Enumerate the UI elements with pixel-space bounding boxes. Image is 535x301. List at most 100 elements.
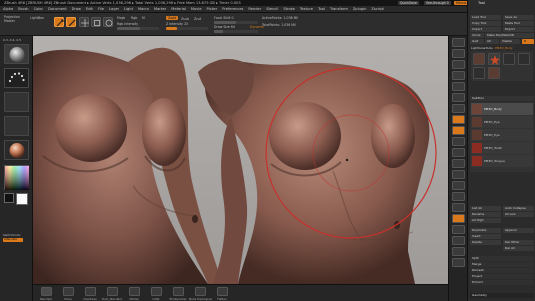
- solo-button[interactable]: [452, 247, 465, 256]
- spix-button[interactable]: [452, 49, 465, 58]
- frame-button[interactable]: [452, 159, 465, 168]
- actual-button[interactable]: [452, 82, 465, 91]
- append-button[interactable]: Append: [503, 228, 534, 233]
- quicksave-button[interactable]: QuickSave: [398, 0, 419, 6]
- auto-collapse-button[interactable]: Auto Collapse: [503, 206, 534, 211]
- subtool-item[interactable]: PM3D_Body: [471, 103, 533, 115]
- menu-texture[interactable]: Texture: [300, 7, 313, 11]
- menu-movie[interactable]: Movie: [191, 7, 202, 11]
- goz-button[interactable]: GoZ: [470, 39, 484, 44]
- xpose-button[interactable]: [452, 258, 465, 267]
- del-other-button[interactable]: Del Other: [503, 240, 534, 245]
- all-low-button[interactable]: All Low: [503, 212, 534, 217]
- zsub-button[interactable]: Zsub: [181, 17, 189, 21]
- del-all-button[interactable]: Del All: [503, 246, 534, 251]
- remesh-button[interactable]: Remesh: [470, 268, 534, 273]
- brush-movetopo-icon[interactable]: [195, 287, 206, 296]
- duplicate-button[interactable]: Duplicate: [470, 228, 501, 233]
- stroke-selector[interactable]: [4, 68, 29, 88]
- menu-document[interactable]: Document: [48, 7, 67, 11]
- sculpt-viewport[interactable]: [33, 36, 448, 284]
- edit-mode-button[interactable]: [54, 17, 64, 27]
- goz-r-button[interactable]: R: [522, 39, 534, 44]
- delete-button[interactable]: Delete: [470, 240, 501, 245]
- goz-all-button[interactable]: All: [485, 39, 499, 44]
- brush-claytubes-icon[interactable]: [85, 287, 96, 296]
- floor-button[interactable]: [452, 115, 465, 124]
- zadd-button[interactable]: Zadd: [166, 16, 179, 21]
- alternate-button[interactable]: Alternate: [3, 237, 23, 242]
- menu-layer[interactable]: Layer: [109, 7, 119, 11]
- alpha-selector[interactable]: [4, 92, 29, 112]
- bpr-button[interactable]: [452, 38, 465, 47]
- secondary-color-swatch[interactable]: [4, 193, 14, 203]
- brush-selector[interactable]: [4, 44, 29, 64]
- brush-move-icon[interactable]: [63, 287, 74, 296]
- polyf-button[interactable]: [452, 214, 465, 223]
- import-button[interactable]: Import: [470, 27, 501, 32]
- extract-button[interactable]: Extract: [470, 280, 534, 285]
- menu-light[interactable]: Light: [124, 7, 133, 11]
- project-button[interactable]: Project: [470, 274, 534, 279]
- brush-inflat-icon[interactable]: [151, 287, 162, 296]
- rgb-intensity-slider[interactable]: [117, 27, 159, 31]
- move-view-button[interactable]: [452, 170, 465, 179]
- tool-thumb-cylinder[interactable]: [503, 53, 515, 65]
- menu-transform[interactable]: Transform: [330, 7, 348, 11]
- tool-thumb-star[interactable]: [488, 53, 500, 65]
- rgb-button[interactable]: Rgb: [131, 16, 137, 20]
- scale-view-button[interactable]: [452, 181, 465, 190]
- menu-tool[interactable]: Tool: [318, 7, 325, 11]
- subtool-item[interactable]: PM3D_Tooth: [471, 142, 533, 154]
- z-intensity-slider[interactable]: [166, 27, 208, 31]
- brush-trimdynamic-icon[interactable]: [173, 287, 184, 296]
- zcut-button[interactable]: Zcut: [194, 17, 201, 21]
- all-high-button[interactable]: All High: [470, 218, 501, 223]
- local-button[interactable]: [452, 126, 465, 135]
- material-selector[interactable]: [4, 140, 29, 160]
- rename-button[interactable]: Rename: [470, 212, 501, 217]
- texture-selector[interactable]: [4, 116, 29, 136]
- menu-marker[interactable]: Marker: [154, 7, 166, 11]
- insert-button[interactable]: Insert: [470, 234, 501, 239]
- menu-material[interactable]: Material: [171, 7, 186, 11]
- menu-edit[interactable]: Edit: [86, 7, 93, 11]
- menu-preferences[interactable]: Preferences: [222, 7, 243, 11]
- linefill-button[interactable]: [452, 203, 465, 212]
- load-tool-button[interactable]: Load Tool: [470, 15, 501, 20]
- menu-picker[interactable]: Picker: [207, 7, 218, 11]
- subtool-item[interactable]: PM3D_Eye: [471, 116, 533, 128]
- lightbox-tools-button[interactable]: Lightbox▸Tools: [471, 46, 493, 50]
- make-polymesh-button[interactable]: Make PolyMesh3D: [485, 33, 534, 38]
- scale-mode-button[interactable]: [91, 17, 101, 27]
- menu-stencil[interactable]: Stencil: [266, 7, 278, 11]
- rotate-mode-button[interactable]: [103, 17, 113, 27]
- save-as-button[interactable]: Save As: [503, 15, 534, 20]
- subtool-item[interactable]: PM3D_Tongue: [471, 155, 533, 167]
- brush-damstandard-icon[interactable]: [107, 287, 118, 296]
- draw-mode-button[interactable]: [66, 17, 76, 27]
- tool-thumb-simple[interactable]: [473, 67, 485, 79]
- main-color-swatch[interactable]: [16, 193, 28, 205]
- color-picker[interactable]: [4, 165, 29, 190]
- tool-thumb-body[interactable]: [473, 53, 485, 65]
- menu-zscript[interactable]: Zscript: [371, 7, 383, 11]
- tool-thumb-body2[interactable]: [488, 67, 500, 79]
- copy-tool-button[interactable]: Copy Tool: [470, 21, 501, 26]
- brush-standard-icon[interactable]: [41, 287, 52, 296]
- subtool-item[interactable]: PM3D_Eye: [471, 129, 533, 141]
- see-through-slider[interactable]: See-through 0: [424, 0, 451, 6]
- paste-tool-button[interactable]: Paste Tool: [503, 21, 534, 26]
- export-button[interactable]: Export: [503, 27, 534, 32]
- persp-button[interactable]: [452, 104, 465, 113]
- brush-hpolish-icon[interactable]: [129, 287, 140, 296]
- brush-flatten-icon[interactable]: [217, 287, 228, 296]
- focal-shift-slider[interactable]: [214, 21, 258, 25]
- menu-color[interactable]: Color: [34, 7, 43, 11]
- aahalf-button[interactable]: [452, 93, 465, 102]
- list-all-button[interactable]: List All: [470, 206, 501, 211]
- tool-thumb-polymesh[interactable]: [518, 53, 530, 65]
- transp-button[interactable]: [452, 225, 465, 234]
- clone-button[interactable]: Clone: [470, 33, 484, 38]
- move-mode-button[interactable]: [79, 17, 89, 27]
